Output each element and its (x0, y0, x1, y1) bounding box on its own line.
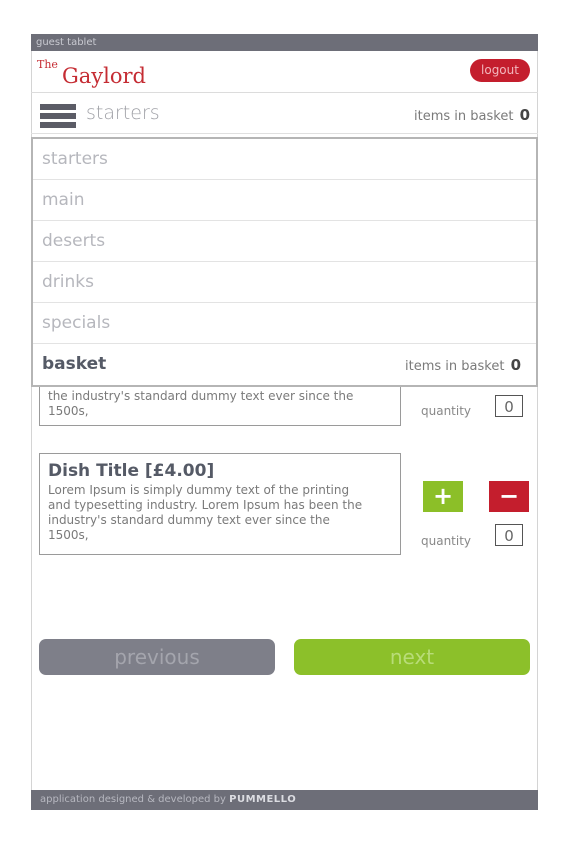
developer-brand: PUMMELLO (229, 794, 297, 805)
menu-item-label: starters (42, 149, 108, 169)
quantity-label: quantity (421, 534, 472, 548)
logo-name: Gaylord (62, 64, 146, 88)
menu-item-label: drinks (42, 272, 94, 292)
plus-icon: + (432, 482, 454, 510)
quantity-label: quantity (421, 404, 472, 418)
menu-item-drinks[interactable]: drinks (33, 262, 536, 303)
menu-item-basket[interactable]: basket items in basket 0 (33, 344, 536, 385)
device-label-bar: guest tablet (31, 34, 538, 51)
footer-text: application designed & developed by (40, 794, 226, 805)
menu-icon[interactable] (40, 104, 76, 128)
dish-description: Lorem Ipsum is simply dummy text of the … (48, 483, 363, 542)
section-header: starters items in basket 0 (31, 96, 538, 134)
category-menu: starters main deserts drinks specials ba… (31, 137, 538, 387)
section-title: starters (86, 102, 160, 124)
app-header: The Gaylord logout (31, 51, 538, 93)
dish-description: the industry's standard dummy text ever … (48, 389, 354, 418)
basket-count: 0 (510, 356, 521, 374)
menu-item-starters[interactable]: starters (33, 139, 536, 180)
quantity-field[interactable]: 0 (495, 395, 523, 417)
quantity-field[interactable]: 0 (495, 524, 523, 546)
menu-item-label: basket (42, 354, 107, 374)
basket-indicator: items in basket 0 (414, 106, 530, 124)
basket-label: items in basket (414, 109, 514, 124)
menu-item-label: main (42, 190, 85, 210)
device-label: guest tablet (36, 37, 97, 48)
dish-card: Dish Title [£4.00] Lorem Ipsum is simply… (39, 453, 401, 555)
add-button[interactable]: + (423, 481, 463, 512)
logo-prefix: The (37, 58, 58, 71)
menu-item-specials[interactable]: specials (33, 303, 536, 344)
logout-button[interactable]: logout (470, 59, 530, 82)
remove-button[interactable]: − (489, 481, 529, 512)
basket-label: items in basket (405, 359, 505, 374)
previous-button[interactable]: previous (39, 639, 275, 675)
dish-title: Dish Title [£4.00] (48, 461, 215, 481)
basket-indicator: items in basket 0 (405, 356, 521, 374)
menu-item-main[interactable]: main (33, 180, 536, 221)
footer-bar: application designed & developed by PUMM… (31, 790, 538, 810)
menu-item-label: specials (42, 313, 111, 333)
menu-item-label: deserts (42, 231, 106, 251)
minus-icon: − (498, 482, 520, 510)
menu-item-deserts[interactable]: deserts (33, 221, 536, 262)
basket-count: 0 (519, 106, 530, 124)
next-button[interactable]: next (294, 639, 530, 675)
